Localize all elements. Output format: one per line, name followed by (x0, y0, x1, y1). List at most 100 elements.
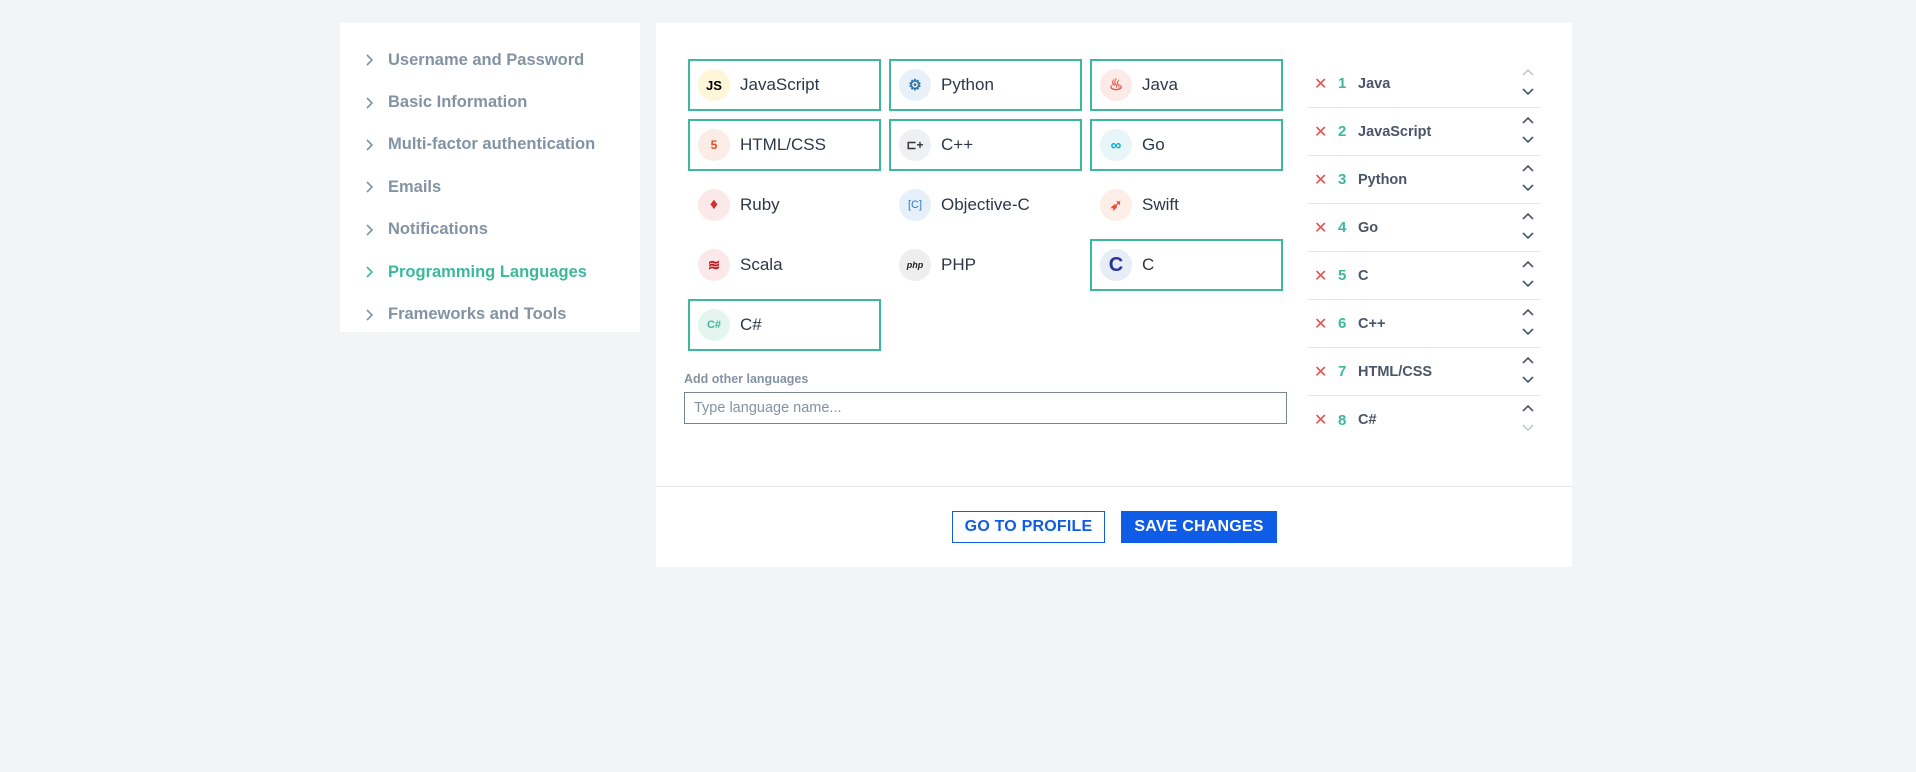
language-tile-javascript[interactable]: JS JavaScript (688, 59, 881, 111)
rank-number: 4 (1338, 219, 1347, 236)
language-tile-php[interactable]: php PHP (889, 239, 1082, 291)
csharp-icon: C# (698, 309, 730, 341)
list-item: ✕ 2 JavaScript (1307, 108, 1540, 156)
move-up-icon[interactable] (1520, 352, 1536, 368)
move-down-icon[interactable] (1520, 324, 1536, 340)
sidebar-item-emails[interactable]: Emails (340, 166, 640, 208)
rank-number: 2 (1338, 123, 1347, 140)
move-up-icon[interactable] (1520, 160, 1536, 176)
move-down-icon[interactable] (1520, 372, 1536, 388)
cpp-icon: ⊏+ (899, 129, 931, 161)
sidebar-item-basic-information[interactable]: Basic Information (340, 81, 640, 123)
remove-icon[interactable]: ✕ (1314, 362, 1334, 382)
languages-panel: JS JavaScript ⚙ Python ♨ Java 5 HTML/CSS… (656, 23, 1572, 567)
python-icon: ⚙ (899, 69, 931, 101)
save-changes-button[interactable]: SAVE CHANGES (1121, 511, 1277, 543)
language-tile-python[interactable]: ⚙ Python (889, 59, 1082, 111)
move-down-icon[interactable] (1520, 180, 1536, 196)
rank-language-name: C# (1358, 412, 1377, 428)
chevron-right-icon (364, 139, 376, 151)
language-name: JavaScript (740, 75, 820, 94)
language-name: Python (941, 75, 994, 94)
remove-icon[interactable]: ✕ (1314, 314, 1334, 334)
chevron-right-icon (364, 266, 376, 278)
add-languages-label: Add other languages (684, 372, 809, 386)
language-tile-cpp[interactable]: ⊏+ C++ (889, 119, 1082, 171)
remove-icon[interactable]: ✕ (1314, 410, 1334, 430)
chevron-right-icon (364, 54, 376, 66)
language-tile-html-css[interactable]: 5 HTML/CSS (688, 119, 881, 171)
add-language-input[interactable] (684, 392, 1287, 424)
move-up-icon[interactable] (1520, 304, 1536, 320)
php-icon: php (899, 249, 931, 281)
language-tile-swift[interactable]: ➶ Swift (1090, 179, 1283, 231)
language-tile-java[interactable]: ♨ Java (1090, 59, 1283, 111)
language-name: Go (1142, 135, 1165, 154)
html5-icon: 5 (698, 129, 730, 161)
language-name: C (1142, 255, 1155, 274)
remove-icon[interactable]: ✕ (1314, 170, 1334, 190)
rank-number: 7 (1338, 363, 1347, 380)
language-tile-objective-c[interactable]: [C] Objective-C (889, 179, 1082, 231)
language-name: Scala (740, 255, 783, 274)
sidebar-item-label: Programming Languages (388, 262, 587, 281)
remove-icon[interactable]: ✕ (1314, 218, 1334, 238)
remove-icon[interactable]: ✕ (1314, 122, 1334, 142)
scala-icon: ≋ (698, 249, 730, 281)
rank-number: 5 (1338, 267, 1347, 284)
move-down-icon[interactable] (1520, 276, 1536, 292)
sidebar-item-frameworks-tools[interactable]: Frameworks and Tools (340, 293, 640, 335)
chevron-right-icon (364, 181, 376, 193)
rank-number: 3 (1338, 171, 1347, 188)
move-up-icon (1520, 64, 1536, 80)
chevron-right-icon (364, 308, 376, 321)
sidebar-item-label: Basic Information (388, 93, 528, 112)
move-up-icon[interactable] (1520, 112, 1536, 128)
ruby-icon: ♦ (698, 189, 730, 221)
rank-language-name: C (1358, 267, 1369, 284)
move-down-icon (1520, 420, 1536, 436)
remove-icon[interactable]: ✕ (1314, 266, 1334, 286)
list-item: ✕ 7 HTML/CSS (1307, 348, 1540, 396)
move-up-icon[interactable] (1520, 256, 1536, 272)
language-tile-go[interactable]: ∞ Go (1090, 119, 1283, 171)
sidebar-item-notifications[interactable]: Notifications (340, 209, 640, 251)
language-name: Java (1142, 75, 1178, 94)
rank-number: 1 (1338, 75, 1347, 92)
rank-language-name: Go (1358, 219, 1379, 236)
move-up-icon[interactable] (1520, 400, 1536, 416)
language-name: Swift (1142, 195, 1179, 214)
language-tile-csharp[interactable]: C# C# (688, 299, 881, 351)
sidebar-item-mfa[interactable]: Multi-factor authentication (340, 124, 640, 166)
swift-icon: ➶ (1100, 189, 1132, 221)
move-down-icon[interactable] (1520, 132, 1536, 148)
go-to-profile-button[interactable]: GO TO PROFILE (952, 511, 1105, 543)
list-item: ✕ 3 Python (1307, 156, 1540, 204)
list-item: ✕ 4 Go (1307, 204, 1540, 252)
sidebar-item-label: Frameworks and Tools (388, 305, 567, 324)
remove-icon[interactable]: ✕ (1314, 74, 1334, 94)
list-item: ✕ 1 Java (1307, 60, 1540, 108)
sidebar-item-username-password[interactable]: Username and Password (340, 39, 640, 81)
sidebar-item-label: Username and Password (388, 50, 585, 69)
go-icon: ∞ (1100, 129, 1132, 161)
move-down-icon[interactable] (1520, 84, 1536, 100)
sidebar-item-label: Emails (388, 177, 442, 196)
list-item: ✕ 6 C++ (1307, 300, 1540, 348)
settings-sidebar: Username and Password Basic Information … (340, 23, 640, 332)
footer-divider (656, 486, 1572, 487)
language-tile-scala[interactable]: ≋ Scala (688, 239, 881, 291)
c-icon: C (1100, 249, 1132, 281)
sidebar-item-programming-languages[interactable]: Programming Languages (340, 251, 640, 293)
language-name: PHP (941, 255, 976, 274)
chevron-right-icon (364, 224, 376, 236)
java-icon: ♨ (1100, 69, 1132, 101)
language-tile-ruby[interactable]: ♦ Ruby (688, 179, 881, 231)
objective-c-icon: [C] (899, 189, 931, 221)
language-name: HTML/CSS (740, 135, 826, 154)
rank-number: 6 (1338, 315, 1347, 332)
move-down-icon[interactable] (1520, 228, 1536, 244)
move-up-icon[interactable] (1520, 208, 1536, 224)
sidebar-item-label: Notifications (388, 220, 488, 239)
language-tile-c[interactable]: C C (1090, 239, 1283, 291)
